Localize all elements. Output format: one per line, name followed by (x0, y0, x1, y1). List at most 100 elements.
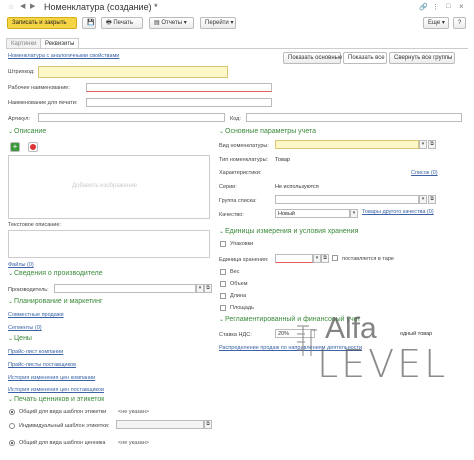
print-name-field[interactable] (86, 98, 272, 107)
packs-label: Упаковки (230, 241, 254, 247)
volume-label: Объем (230, 281, 248, 287)
barcode-label: Штрихкод: (8, 69, 35, 75)
common-price-tag-template-radio[interactable] (9, 440, 15, 446)
volume-checkbox[interactable] (220, 281, 226, 287)
manufacturer-label: Производитель: (8, 287, 49, 293)
forward-button[interactable]: ▶ (30, 2, 39, 11)
show-basic-button[interactable]: Показать основные (283, 52, 342, 64)
storage-unit-dropdown-button[interactable]: ▾ (313, 254, 321, 263)
main-params-section-header[interactable]: ⌄Основные параметры учета (219, 128, 316, 135)
packs-checkbox[interactable] (220, 241, 226, 247)
more-button[interactable]: Еще ▾ (423, 17, 449, 29)
show-all-button[interactable]: Показать все (343, 52, 387, 64)
labels-section-header[interactable]: ⌄Печать ценников и этикеток (8, 396, 104, 403)
maximize-icon[interactable]: □ (446, 3, 450, 10)
supplier-price-lists-link[interactable]: Прайс-листы поставщиков (8, 362, 76, 368)
units-section-header[interactable]: ⌄Единицы измерения и условия хранения (219, 228, 358, 235)
weight-label: Вес (230, 269, 240, 275)
common-label-template-label: Общий для вида шаблон этикетки (19, 409, 107, 415)
common-label-template-radio[interactable] (9, 409, 15, 415)
individual-label-template-field[interactable] (116, 420, 204, 429)
description-header-label: Описание (14, 128, 47, 135)
link-icon[interactable]: 🔗 (419, 3, 428, 11)
reports-button[interactable]: ▤ Отчеты ▾ (149, 17, 194, 29)
tab-divider (6, 48, 468, 49)
kind-open-button[interactable]: ⧉ (428, 140, 436, 149)
menu-icon[interactable]: ⋮ (432, 3, 439, 11)
work-name-field[interactable] (86, 83, 272, 92)
back-button[interactable]: ◀ (20, 2, 29, 11)
area-checkbox[interactable] (220, 305, 226, 311)
goto-button[interactable]: Перейти ▾ (200, 17, 236, 29)
supplier-price-history-link[interactable]: История изменения цен поставщиков (8, 387, 104, 393)
planning-section-header[interactable]: ⌄Планирование и маркетинг (8, 298, 103, 305)
group-open-button[interactable]: ⧉ (428, 195, 436, 204)
close-icon[interactable]: × (459, 2, 464, 11)
area-label: Площадь (230, 305, 254, 311)
code-label: Код: (230, 116, 241, 122)
group-field[interactable] (275, 195, 419, 204)
article-field[interactable] (38, 113, 225, 122)
quality-value: Новый (278, 211, 295, 217)
text-description-label: Текстовое описание: (8, 222, 61, 228)
type-value: Товар (275, 157, 290, 163)
units-header-label: Единицы измерения и условия хранения (225, 228, 359, 235)
alfa-level-watermark: Alfa LEVEL (295, 312, 449, 386)
individual-label-template-radio[interactable] (9, 423, 15, 429)
files-link[interactable]: Файлы (0) (8, 262, 34, 268)
joint-sales-link[interactable]: Совместные продажи (8, 312, 64, 318)
storage-unit-field[interactable] (275, 254, 313, 263)
save-button[interactable]: 💾 (82, 17, 96, 29)
remove-image-button[interactable] (28, 142, 38, 152)
labels-header-label: Печать ценников и этикеток (14, 396, 105, 403)
barcode-field[interactable] (38, 66, 228, 78)
print-label: Печать (113, 20, 133, 26)
work-name-label: Рабочее наименование: (8, 85, 70, 91)
code-field[interactable] (246, 113, 462, 122)
kind-dropdown-button[interactable]: ▾ (419, 140, 427, 149)
kind-field[interactable] (275, 140, 419, 149)
vat-value: 20% (278, 331, 290, 337)
save-close-button[interactable]: Записать и закрыть (7, 17, 77, 29)
quality-other-link[interactable]: Товары другого качества (0) (362, 209, 434, 216)
main-params-header-label: Основные параметры учета (225, 128, 317, 135)
description-section-header[interactable]: ⌄Описание (8, 128, 46, 135)
group-dropdown-button[interactable]: ▾ (419, 195, 427, 204)
text-description-field[interactable] (8, 230, 210, 258)
length-label: Длина (230, 293, 247, 299)
star-icon[interactable]: ☆ (8, 3, 15, 11)
quality-dropdown-button[interactable]: ▾ (350, 209, 358, 218)
print-button[interactable]: 🖶 Печать (101, 17, 143, 29)
storage-unit-open-button[interactable]: ⧉ (321, 254, 329, 263)
prices-section-header[interactable]: ⌄Цены (8, 335, 32, 342)
price-list-link[interactable]: Прайс-лист компании (8, 349, 63, 355)
type-label: Тип номенклатуры: (219, 157, 269, 163)
manufacturer-section-header[interactable]: ⌄Сведения о производителе (8, 270, 103, 277)
in-pack-label: поставляется в таре (342, 256, 394, 262)
weight-checkbox[interactable] (220, 269, 226, 275)
analog-link[interactable]: Номенклатура с аналогичными свойствами (8, 53, 119, 59)
common-price-tag-template-label: Общий для вида шаблон ценника (19, 440, 106, 446)
image-placeholder: Добавить изображение (72, 183, 138, 189)
in-pack-checkbox[interactable] (332, 255, 338, 261)
characteristics-list-link[interactable]: Список (0) (411, 170, 438, 176)
chevron-down-icon: ▾ (441, 20, 445, 26)
length-checkbox[interactable] (220, 293, 226, 299)
common-price-tag-template-value: <не указан> (118, 440, 149, 446)
characteristics-label: Характеристики: (219, 170, 262, 176)
segments-link[interactable]: Сегменты (0) (8, 325, 42, 331)
individual-label-template-open-button[interactable]: ⧉ (204, 420, 212, 429)
add-image-button[interactable]: + (10, 142, 20, 152)
manufacturer-open-button[interactable]: ⧉ (204, 284, 212, 293)
manufacturer-dropdown-button[interactable]: ▾ (196, 284, 204, 293)
manufacturer-field[interactable] (54, 284, 196, 293)
help-button[interactable]: ? (453, 17, 466, 29)
price-history-link[interactable]: История изменения цен компании (8, 375, 95, 381)
collapse-groups-button[interactable]: Свернуть все группы (389, 52, 455, 64)
watermark-word-level: LEVEL (317, 342, 449, 386)
floppy-icon: 💾 (87, 20, 95, 26)
kind-label: Вид номенклатуры: (219, 143, 269, 149)
goto-label: Перейти (205, 20, 229, 26)
individual-label-template-label: Индивидуальный шаблон этикетки: (19, 423, 110, 429)
reports-label: Отчеты (161, 20, 183, 26)
